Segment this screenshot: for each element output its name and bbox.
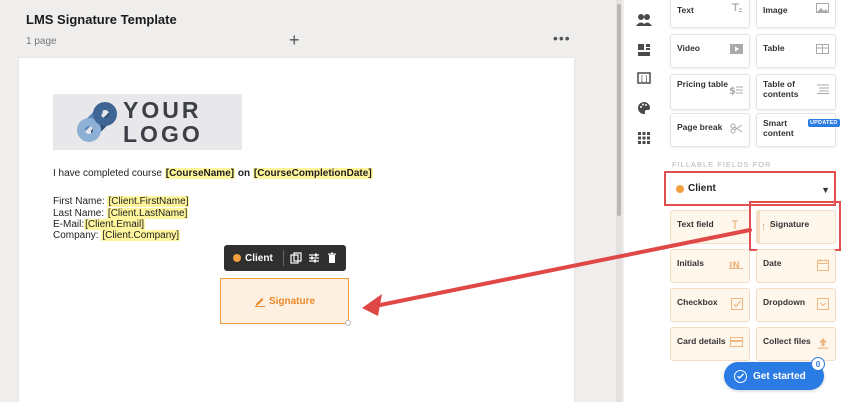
add-page-button[interactable]: +: [289, 31, 300, 49]
field-date[interactable]: Date: [756, 249, 836, 283]
block-pricing-table[interactable]: Pricing table $: [670, 74, 750, 110]
first-name-variable[interactable]: [Client.FirstName]: [107, 196, 190, 207]
checkbox-icon: [731, 298, 743, 312]
get-started-count-badge: 0: [811, 357, 825, 371]
page-count: 1 page: [26, 36, 57, 47]
svg-text:$: $: [729, 86, 736, 96]
first-name-line: First Name: [Client.FirstName]: [53, 196, 190, 207]
upload-icon: [817, 337, 829, 351]
pen-icon: [254, 298, 265, 307]
company-variable[interactable]: [Client.Company]: [101, 230, 181, 241]
blocks-icon[interactable]: [634, 40, 654, 60]
get-started-button[interactable]: Get started: [724, 362, 824, 390]
image-icon: [816, 3, 829, 15]
text-icon: [731, 3, 743, 15]
course-name-variable[interactable]: [CourseName]: [164, 168, 236, 179]
text-field-icon: [731, 220, 743, 232]
document-area: LMS Signature Template 1 page + ••• YOUR…: [0, 0, 622, 402]
email-line: E-Mail:[Client.Email]: [53, 219, 146, 230]
field-collect-files[interactable]: Collect files: [756, 327, 836, 361]
credit-card-icon: [730, 337, 743, 349]
pricing-icon: $: [729, 84, 743, 98]
logo-text: YOUR LOGO: [123, 97, 203, 147]
block-table-of-contents[interactable]: Table of contents: [756, 74, 836, 110]
updated-badge: UPDATED: [808, 119, 840, 127]
duplicate-icon[interactable]: [287, 249, 305, 267]
field-checkbox[interactable]: Checkbox: [670, 288, 750, 322]
field-initials[interactable]: Initials IN: [670, 249, 750, 283]
field-toolbar: Client: [224, 245, 346, 271]
logo-mark-icon: [77, 102, 117, 142]
content-panel: Text Image Video Table Pricing table $ T…: [664, 0, 864, 402]
fillable-fields-label: FILLABLE FIELDS FOR: [672, 160, 772, 169]
scrollbar-thumb[interactable]: [617, 4, 621, 216]
video-icon: [730, 44, 743, 56]
users-icon[interactable]: [634, 10, 654, 30]
block-text[interactable]: Text: [670, 0, 750, 28]
dropdown-icon: [817, 298, 829, 312]
initials-icon: IN: [729, 259, 743, 271]
logo-placeholder[interactable]: YOUR LOGO: [53, 94, 242, 150]
role-dot-icon: [233, 254, 241, 262]
svg-text:IN: IN: [729, 261, 740, 269]
palette-icon[interactable]: [634, 98, 654, 118]
field-dropdown[interactable]: Dropdown: [756, 288, 836, 322]
document-title: LMS Signature Template: [26, 12, 177, 27]
course-line: I have completed course [CourseName] on …: [53, 168, 373, 179]
toc-icon: [817, 84, 829, 96]
chevron-down-icon: ▼: [821, 185, 830, 195]
block-image[interactable]: Image: [756, 0, 836, 28]
more-options-button[interactable]: •••: [553, 30, 571, 46]
course-date-variable[interactable]: [CourseCompletionDate]: [252, 168, 373, 179]
settings-sliders-icon[interactable]: [305, 249, 323, 267]
signature-highlight-box: [749, 201, 841, 251]
block-table[interactable]: Table: [756, 34, 836, 68]
document-page: YOUR LOGO I have completed course [Cours…: [19, 58, 574, 402]
block-smart-content[interactable]: Smart content UPDATED: [756, 113, 840, 147]
role-dot-icon: [676, 184, 684, 193]
field-card-details[interactable]: Card details: [670, 327, 750, 361]
delete-icon[interactable]: [323, 249, 341, 267]
scissors-icon: [730, 123, 743, 136]
email-variable[interactable]: [Client.Email]: [84, 219, 146, 230]
last-name-variable[interactable]: [Client.LastName]: [106, 208, 189, 219]
sidebar-icon-rail: []: [624, 0, 664, 402]
resize-handle[interactable]: [345, 320, 351, 326]
field-text[interactable]: Text field: [670, 210, 750, 244]
apps-icon[interactable]: [634, 128, 654, 148]
check-circle-icon: [734, 369, 747, 383]
table-icon: [816, 44, 829, 56]
calendar-icon: [817, 259, 829, 273]
block-page-break[interactable]: Page break: [670, 113, 750, 147]
variables-icon[interactable]: []: [634, 68, 654, 88]
field-role-selector[interactable]: Client: [224, 253, 280, 264]
svg-text:[]: []: [640, 75, 648, 83]
last-name-line: Last Name: [Client.LastName]: [53, 208, 189, 219]
signature-field[interactable]: Signature: [220, 278, 351, 326]
company-line: Company: [Client.Company]: [53, 230, 181, 241]
block-video[interactable]: Video: [670, 34, 750, 68]
